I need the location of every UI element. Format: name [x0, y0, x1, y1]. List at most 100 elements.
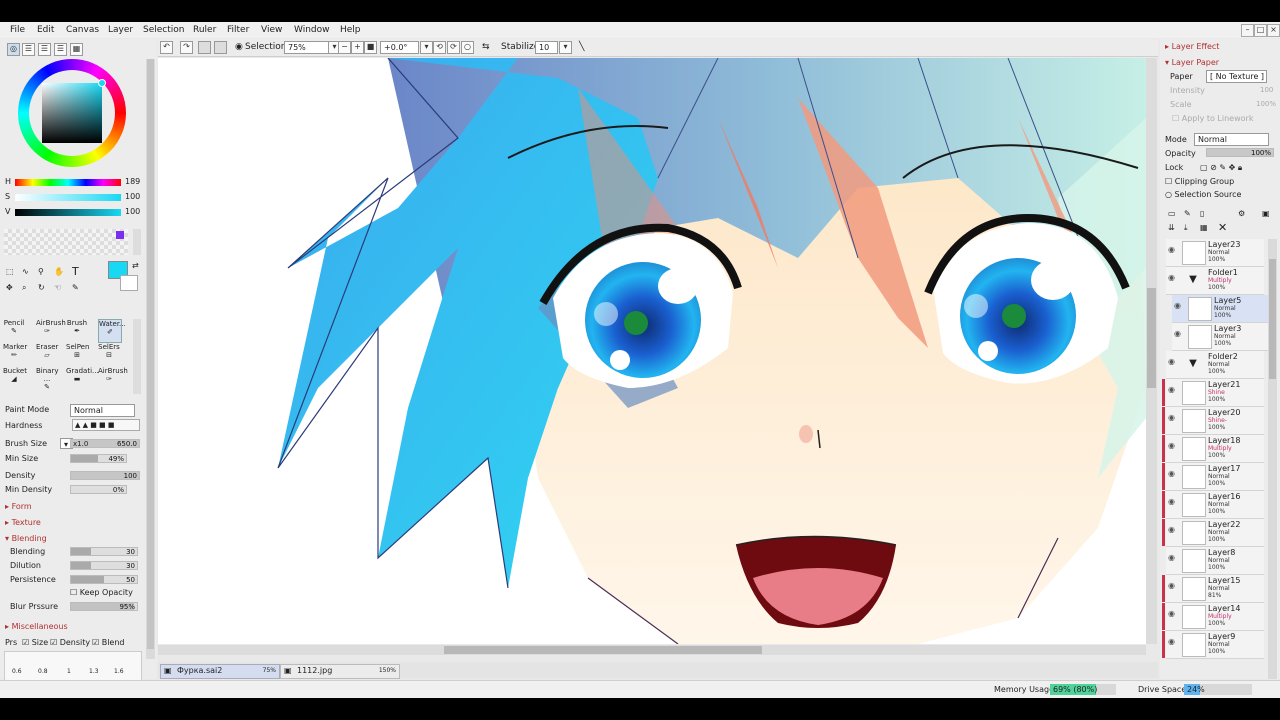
misc-section[interactable]: ▸ Miscellaneous: [5, 622, 68, 631]
size-checkbox[interactable]: ☑ Size: [22, 638, 48, 647]
hue-slider[interactable]: [15, 179, 121, 186]
layer-list-scrollbar[interactable]: [1268, 239, 1277, 679]
magic-wand-icon[interactable]: ⚲: [38, 267, 44, 276]
visibility-eye-icon[interactable]: ◉: [1168, 441, 1175, 450]
rotate-icon[interactable]: ↻: [38, 283, 45, 292]
h-value[interactable]: 189: [125, 177, 140, 186]
visibility-eye-icon[interactable]: ◉: [1174, 329, 1181, 338]
tool-gradation[interactable]: Gradati... ▬: [66, 367, 99, 389]
menu-ruler[interactable]: Ruler: [193, 25, 216, 35]
blend-mode-select[interactable]: Normal: [1194, 133, 1269, 146]
apply-linework-checkbox[interactable]: ☐ Apply to Linework: [1172, 114, 1253, 123]
zoom-reset-icon[interactable]: ■: [364, 41, 377, 54]
move-icon[interactable]: ✥: [6, 283, 13, 292]
layer-row[interactable]: ◉ Layer5 Normal 100%: [1172, 295, 1270, 323]
hand-icon[interactable]: ✋: [54, 267, 64, 276]
selection-source-checkbox[interactable]: ○ Selection Source: [1165, 190, 1241, 199]
tool-pencil[interactable]: Pencil ✎: [3, 319, 25, 341]
blur-pressure-slider[interactable]: 95%: [70, 602, 138, 611]
layer-row[interactable]: ◉ Layer22 Normal 100%: [1162, 519, 1264, 547]
clear-layer-icon[interactable]: ▦: [1200, 223, 1208, 232]
new-folder-icon[interactable]: ▯: [1200, 209, 1204, 218]
min-density-slider[interactable]: 0%: [70, 485, 127, 494]
layer-menu-icon[interactable]: ▣: [1262, 209, 1270, 218]
tool-selpen[interactable]: SelPen ⊞: [66, 343, 89, 365]
visibility-eye-icon[interactable]: ◉: [1168, 413, 1175, 422]
visibility-eye-icon[interactable]: ◉: [1168, 469, 1175, 478]
paint-mode-select[interactable]: Normal: [70, 404, 135, 417]
scratch-swatch[interactable]: [116, 231, 124, 239]
layer-row[interactable]: ◉ Layer21 Shine 100%: [1162, 379, 1264, 407]
paper-select[interactable]: [ No Texture ]: [1206, 70, 1267, 83]
menu-help[interactable]: Help: [340, 25, 361, 35]
hue-marker[interactable]: [98, 79, 106, 87]
visibility-eye-icon[interactable]: ◉: [1168, 245, 1175, 254]
rotate-right-icon[interactable]: ⟳: [447, 41, 460, 54]
hand-drag-icon[interactable]: ☜: [54, 283, 61, 292]
drawing-canvas[interactable]: [158, 58, 1146, 644]
s-value[interactable]: 100: [125, 192, 140, 201]
texture-section[interactable]: ▸ Texture: [5, 518, 41, 527]
visibility-eye-icon[interactable]: ◉: [1168, 357, 1175, 366]
intensity-value[interactable]: 100: [1260, 86, 1273, 94]
visibility-eye-icon[interactable]: ◉: [1168, 609, 1175, 618]
rotate-reset-icon[interactable]: ○: [461, 41, 474, 54]
layer-row[interactable]: ◉ Layer8 Normal 100%: [1166, 547, 1264, 575]
minimize-icon[interactable]: –: [1241, 24, 1254, 37]
folder-expand-icon[interactable]: ▼: [1182, 269, 1204, 291]
layer-folder-row[interactable]: ◉ ▼ Folder2 Normal 100%: [1166, 351, 1264, 379]
visibility-eye-icon[interactable]: ◉: [1168, 497, 1175, 506]
v-value[interactable]: 100: [125, 207, 140, 216]
tool-binary[interactable]: Binary ... ✎: [36, 367, 59, 391]
blend-checkbox[interactable]: ☑ Blend: [92, 638, 125, 647]
rotation-select[interactable]: +0.0°: [380, 41, 419, 54]
blending-section[interactable]: ▾ Blending: [5, 534, 47, 543]
left-panel-scrollbar[interactable]: [146, 59, 155, 659]
layer-row[interactable]: ◉ Layer14 Multiply 100%: [1162, 603, 1264, 631]
min-size-slider[interactable]: 49%: [70, 454, 127, 463]
visibility-eye-icon[interactable]: ◉: [1168, 637, 1175, 646]
menu-selection[interactable]: Selection: [143, 25, 184, 35]
density-checkbox[interactable]: ☑ Density: [50, 638, 90, 647]
rgb-slider-mode-icon[interactable]: ☰: [22, 43, 35, 56]
tool-marker[interactable]: Marker ✏: [3, 343, 27, 365]
layer-row[interactable]: ◉ Layer17 Normal 100%: [1162, 463, 1264, 491]
color-mix-mode-icon[interactable]: ☰: [54, 43, 67, 56]
saturation-slider[interactable]: [15, 194, 121, 201]
close-icon[interactable]: ×: [1267, 24, 1280, 37]
dilution-slider[interactable]: 30: [70, 561, 138, 570]
preset-size[interactable]: 0.8: [38, 668, 48, 675]
layer-effect-section[interactable]: ▸ Layer Effect: [1165, 42, 1219, 51]
layer-row[interactable]: ◉ Layer3 Normal 100%: [1172, 323, 1270, 351]
delete-layer-icon[interactable]: ✕: [1218, 221, 1227, 234]
undo-icon[interactable]: ↶: [160, 41, 173, 54]
layer-row[interactable]: ◉ Layer9 Normal 100%: [1162, 631, 1264, 659]
visibility-eye-icon[interactable]: ◉: [1168, 553, 1175, 562]
doc-tab-active[interactable]: ▣ Фурка.sai2 75%: [160, 664, 280, 679]
new-linework-layer-icon[interactable]: ✎: [1184, 209, 1191, 218]
lock-icons[interactable]: ▢ ⊘ ✎ ✥ 🔒︎: [1200, 163, 1242, 173]
layer-opacity-slider[interactable]: 100%: [1206, 148, 1274, 157]
persistence-slider[interactable]: 50: [70, 575, 138, 584]
swatches-mode-icon[interactable]: ▦: [70, 43, 83, 56]
menu-edit[interactable]: Edit: [37, 25, 54, 35]
tool-brush[interactable]: Brush ✒: [66, 319, 88, 341]
value-slider[interactable]: [15, 209, 121, 216]
preset-size[interactable]: 1.3: [89, 668, 99, 675]
saturation-value-square[interactable]: [42, 83, 102, 143]
menu-filter[interactable]: Filter: [227, 25, 249, 35]
color-wheel-mode-icon[interactable]: ◎: [7, 43, 20, 56]
layer-row[interactable]: ◉ Layer23 Normal 100%: [1166, 239, 1264, 267]
maximize-icon[interactable]: □: [1254, 24, 1267, 37]
keep-opacity-checkbox[interactable]: ☐ Keep Opacity: [70, 588, 133, 597]
scratch-pad[interactable]: [4, 229, 128, 255]
canvas-vertical-scrollbar[interactable]: [1146, 58, 1157, 644]
straight-line-icon[interactable]: ╲: [579, 42, 584, 52]
density-slider[interactable]: 100: [70, 471, 140, 480]
text-tool-icon[interactable]: T: [72, 265, 79, 278]
rotate-left-icon[interactable]: ⟲: [433, 41, 446, 54]
scratch-pad-scrollbar[interactable]: [133, 229, 141, 255]
preset-size[interactable]: 1.6: [114, 668, 124, 675]
selection-toggle[interactable]: Selection: [245, 42, 286, 52]
merge-down-icon[interactable]: ⤓: [1184, 223, 1188, 233]
